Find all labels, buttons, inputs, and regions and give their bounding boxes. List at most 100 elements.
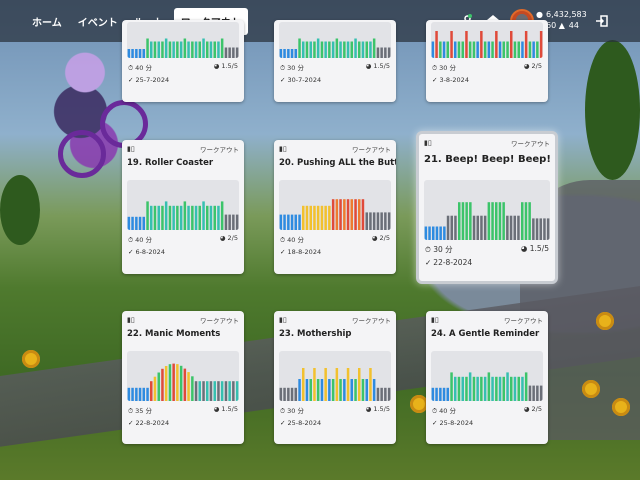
interval-bar — [472, 41, 476, 58]
interval-bar — [521, 41, 524, 58]
interval-bar — [305, 205, 309, 230]
workout-duration: 30 分 — [433, 245, 453, 254]
interval-bar — [209, 381, 213, 401]
workout-logo-icon: ▮▯ — [127, 316, 135, 324]
interval-bar — [476, 376, 479, 401]
interval-bar — [535, 218, 539, 240]
interval-bar — [324, 205, 327, 230]
interval-bar — [198, 41, 201, 58]
interval-bar — [232, 381, 235, 401]
interval-bar — [380, 212, 383, 230]
interval-bar — [461, 202, 465, 240]
background-sunflower — [582, 380, 600, 398]
interval-bar — [213, 205, 216, 230]
workout-type-label: ワークアウト — [504, 317, 543, 325]
interval-bar — [228, 47, 231, 58]
interval-bar — [546, 218, 550, 240]
tab-events[interactable]: イベント — [72, 8, 124, 35]
workout-card[interactable]: ▮▯ ワークアウト 21. Beep! Beep! Beep! ⏱ 30 分 ◕ 1.5… — [416, 131, 558, 284]
interval-bar — [316, 379, 320, 401]
workout-type-label: ワークアウト — [200, 317, 239, 325]
interval-bar — [168, 205, 172, 230]
workout-date: 30-7-2024 — [287, 76, 322, 84]
interval-bar — [183, 38, 187, 58]
workout-card[interactable]: ▮▯ ワークアウト 20. Pushing ALL the Buttons ⏱ 40 … — [274, 140, 396, 274]
completed-check-icon: ✓ — [280, 76, 286, 84]
exit-icon[interactable] — [596, 15, 608, 30]
timer-icon: ⏱ — [432, 407, 438, 415]
workout-card[interactable]: ▮▯ ワークアウト 19. Roller Coaster ⏱ 40 分 ◕ 2/5 ✓ 6-… — [122, 140, 244, 274]
workout-card[interactable]: ▮▯ ワークアウト 24. A Gentle Reminder ⏱ 40 分 ◕ 2/5… — [426, 311, 548, 444]
interval-bar — [372, 379, 376, 401]
interval-bar — [502, 376, 505, 401]
workout-profile-graph — [127, 180, 239, 230]
timer-icon: ⏱ — [280, 236, 286, 244]
interval-bar — [176, 41, 179, 58]
tab-home[interactable]: ホーム — [26, 8, 68, 35]
interval-bar — [298, 379, 301, 401]
interval-bar — [290, 49, 294, 58]
interval-bar — [384, 47, 387, 58]
interval-bar — [142, 216, 145, 230]
workout-logo-icon: ▮▯ — [127, 145, 135, 153]
interval-bar — [168, 364, 172, 401]
interval-bar — [513, 376, 517, 401]
interval-bar — [138, 387, 142, 401]
interval-bar — [354, 379, 357, 401]
interval-bar — [131, 387, 134, 401]
workout-card[interactable]: ⏱ 30 分 ◕ 1.5/5 ✓ 30-7-2024 — [274, 20, 396, 102]
interval-bar — [509, 215, 513, 240]
workout-duration: 35 分 — [135, 407, 152, 415]
interval-bar — [506, 41, 509, 58]
interval-bar — [346, 368, 350, 401]
interval-bar — [206, 41, 209, 58]
interval-bar — [506, 372, 509, 401]
difficulty-icon: ◕ — [219, 234, 226, 242]
interval-bar — [339, 41, 342, 58]
interval-bar — [380, 47, 383, 58]
interval-bar — [320, 205, 324, 230]
interval-bar — [461, 376, 464, 401]
interval-bar — [157, 41, 160, 58]
workout-date: 6-8-2024 — [135, 248, 165, 256]
interval-bar — [439, 387, 442, 401]
interval-bar — [183, 368, 187, 401]
workout-profile-graph — [431, 22, 543, 58]
interval-bar — [153, 376, 157, 401]
background-bike-wheel — [58, 130, 106, 178]
interval-bar — [361, 41, 365, 58]
interval-bar — [328, 205, 331, 230]
workout-card[interactable]: ⏱ 40 分 ◕ 1.5/5 ✓ 25-7-2024 — [122, 20, 244, 102]
completed-check-icon: ✓ — [280, 248, 286, 256]
interval-bar — [495, 202, 498, 240]
difficulty-icon: ◕ — [213, 405, 220, 413]
interval-bar — [135, 49, 138, 58]
drops-count: 6,432,583 — [546, 10, 587, 19]
workout-card[interactable]: ▮▯ ワークアウト 23. Mothership ⏱ 30 分 ◕ 1.5/5 ✓ 25-8… — [274, 311, 396, 444]
interval-bar — [439, 226, 442, 240]
interval-bar — [339, 199, 342, 230]
interval-bar — [361, 199, 365, 230]
workout-date: 22-8-2024 — [433, 258, 473, 267]
interval-bar — [206, 381, 209, 401]
workout-card[interactable]: ⏱ 30 分 ◕ 2/5 ✓ 3-8-2024 — [426, 20, 548, 102]
interval-bar — [328, 379, 331, 401]
interval-bar — [469, 202, 472, 240]
interval-bar — [468, 41, 472, 58]
interval-bar — [506, 215, 509, 240]
interval-bar — [320, 41, 324, 58]
interval-bar — [483, 376, 487, 401]
workout-profile-graph — [424, 180, 550, 240]
workout-profile-graph — [279, 22, 391, 58]
interval-bar — [168, 41, 172, 58]
interval-bar — [172, 41, 175, 58]
interval-bar — [480, 376, 483, 401]
interval-bar — [532, 41, 535, 58]
workout-type-label: ワークアウト — [200, 146, 239, 154]
interval-bar — [320, 379, 324, 401]
difficulty-icon: ◕ — [523, 62, 530, 70]
interval-bar — [316, 205, 320, 230]
background-tree — [0, 175, 40, 245]
workout-card[interactable]: ▮▯ ワークアウト 22. Manic Moments ⏱ 35 分 ◕ 1.5/5 ✓ 2… — [122, 311, 244, 444]
timer-icon: ⏱ — [425, 245, 431, 254]
